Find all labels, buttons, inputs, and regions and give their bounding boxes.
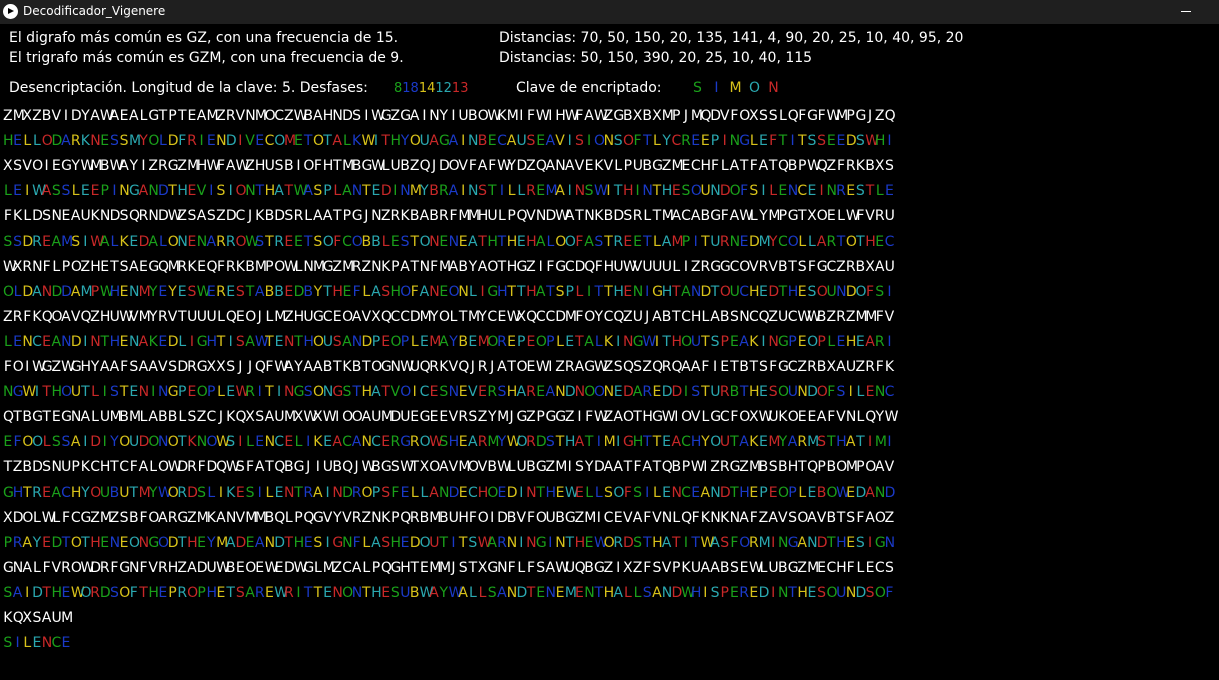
offset-value: 13	[451, 81, 469, 96]
title-bar: Decodificador_Vigenere	[0, 0, 1219, 25]
cipher-line: FKLDSNEAUKNDSQRNDWZSASZDC J KBDSRLAATPG J NZ…	[3, 208, 895, 225]
key-letter: S	[693, 80, 702, 96]
plain-line: EFOOLSSA I D I YOUDONOTKNOWS I LENCEL I KEACANCE…	[3, 434, 892, 451]
key-letter: M	[729, 80, 742, 96]
cipher-line: QTBGTEGNALUMBMLABBLSZC J KQXSAUMXWXWI OOAUM…	[3, 409, 899, 426]
plain-line: S I LENCE	[3, 635, 71, 652]
window-title: Decodificador_Vigenere	[23, 4, 166, 18]
plain-line: GHTREACHYOUBUTMYWORDSL I KES I LENTRA I NDROPS…	[3, 484, 896, 501]
offset-value: 18	[402, 81, 419, 96]
cipher-line: XSVOI EGYWMBWAY I ZRGZMHWFAWZHUSB I OFHTMBGWL…	[3, 158, 894, 175]
cipher-line: WXRNF L POZHETSAEGQMRKEQFRKBMPOWLNMGZMRZNK…	[3, 258, 895, 275]
cipher-line: FOI WGZWGHYAAFSAAVSDRGXXS J J QFWAYAABTKBTOG…	[3, 359, 894, 375]
offset-value: 12	[435, 81, 452, 96]
trigraph-distances: Distancias: 50, 150, 390, 20, 25, 10, 40…	[499, 50, 813, 66]
digraph-distances: Distancias: 70, 50, 150, 20, 135, 141, 4…	[499, 30, 964, 46]
cipher-line: TZBDSNUPKCHTCFALOWDRFDQWSFATQBG J I UBQJ WBG…	[3, 459, 895, 476]
key-letter: I	[714, 80, 719, 96]
plain-line: HEL LODARKNESSMYOLDFR I END I VECOMETOTALKWI T…	[3, 133, 892, 150]
cipher-line: KQXSAUM	[3, 610, 74, 626]
offset-value: 14	[418, 81, 436, 96]
play-circle-icon	[3, 4, 18, 19]
plain-line: OLDANDDAMPWHENMYEYESWERESTABBEDBYTHEF LAS…	[3, 283, 892, 300]
key-letter: N	[768, 80, 779, 96]
digraph-text: El digrafo más común es GZ, con una frec…	[9, 30, 399, 46]
decryption-text: Desencriptación. Longitud de la clave: 5…	[9, 80, 368, 96]
key-letter: O	[748, 80, 761, 96]
cipher-line: ZMXZBV I DYAWAEALGTPTEAMZRVNMOCZWBAHNDS I WG…	[3, 108, 896, 124]
plain-line: SSDREAMS I WALKEDALONENARROWSTREETSOFCOBBL…	[3, 233, 895, 250]
plain-line: PRAYEDTOTHENEONGODTHEYMADEANDTHES I GNF LAS…	[3, 534, 896, 551]
plain-line: LENCEAND I NTHENAKEDL I GHT I SAWTENTHOUSANDPE…	[3, 333, 892, 350]
key-label: Clave de encriptado:	[516, 80, 662, 96]
key-letters: SIMON	[688, 80, 783, 96]
trigraph-text: El trigrafo más común es GZM, con una fr…	[9, 50, 404, 66]
plain-line: LE I WASSLEEP I NGANDTHEV I S I ONTHATWASP LANTED…	[3, 183, 894, 200]
plain-line: SA I DTHEWORDSOFTHEPROPHETSAREWR I TTENONTHE…	[3, 584, 894, 601]
plain-line: NGWI THOUT L I STEN I NGPEOP LEWR I T I NGSONGSTHAT…	[3, 384, 895, 401]
cipher-line: XDOLWL FCGZMZSBFOARGZMKANVMMBQL PQGVYVRZNK…	[3, 509, 895, 526]
minimize-button[interactable]	[1174, 0, 1198, 24]
offset-value: 8	[394, 81, 403, 96]
cipher-line: GNAL FVROWDRFGNFVRHZADUWBEOEWEDWGLMZCAL PQ…	[3, 559, 894, 576]
cipher-line: ZRFKQOAVQZHUWVMYRVTUUULQEOJ LMZHUGCEOAVXQ…	[3, 308, 895, 325]
offsets-list: 818141213	[394, 81, 468, 96]
